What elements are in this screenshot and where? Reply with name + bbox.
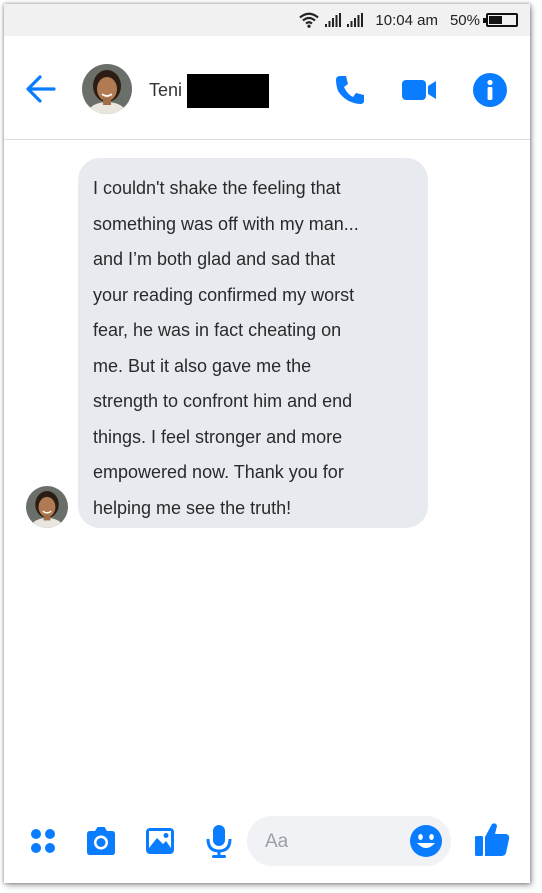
message-line: your reading confirmed my worst — [93, 284, 355, 305]
emoji-icon[interactable] — [409, 824, 443, 858]
camera-icon[interactable] — [84, 824, 118, 858]
message-line: something was off with my man... — [93, 213, 359, 234]
video-camera-icon[interactable] — [401, 72, 437, 108]
sender-avatar — [26, 486, 68, 528]
message-line: helping me see the truth! — [93, 497, 292, 518]
message-line: I couldn't shake the feeling that — [93, 178, 341, 198]
image-icon[interactable] — [143, 824, 177, 858]
message-input-placeholder: Aa — [265, 831, 289, 852]
message-line: me. But it also gave me the — [93, 355, 312, 376]
conversation-header: Teni — [4, 36, 530, 140]
phone-icon[interactable] — [332, 72, 368, 108]
status-time: 10:04 am — [375, 11, 438, 29]
message-input[interactable]: Aa — [247, 816, 451, 866]
thumbs-up-icon[interactable] — [473, 820, 511, 858]
message-bubble: I couldn't shake the feeling that somethi… — [78, 158, 428, 528]
message-line: empowered now. Thank you for — [93, 462, 344, 482]
message-line: and I’m both glad and sad that — [93, 249, 336, 269]
signal-icon — [347, 13, 364, 27]
message-line: things. I feel stronger and more — [93, 426, 343, 447]
battery-icon — [483, 13, 518, 27]
message-line: strength to confront him and end — [93, 391, 353, 411]
phone-screen: 10:04 am 50% Teni I couldn't shake the f… — [4, 4, 530, 883]
microphone-icon[interactable] — [202, 824, 236, 858]
back-arrow-icon[interactable] — [24, 72, 58, 106]
info-icon[interactable] — [472, 72, 508, 108]
contact-name: Teni — [149, 80, 183, 100]
contact-avatar[interactable] — [82, 64, 132, 114]
wifi-icon — [299, 12, 320, 28]
battery-percent: 50% — [449, 11, 480, 29]
message-line: fear, he was in fact cheating on — [93, 320, 342, 340]
apps-grid-icon[interactable] — [26, 824, 60, 858]
name-redaction — [187, 74, 269, 108]
signal-icon — [325, 13, 342, 27]
status-bar: 10:04 am 50% — [4, 4, 530, 36]
